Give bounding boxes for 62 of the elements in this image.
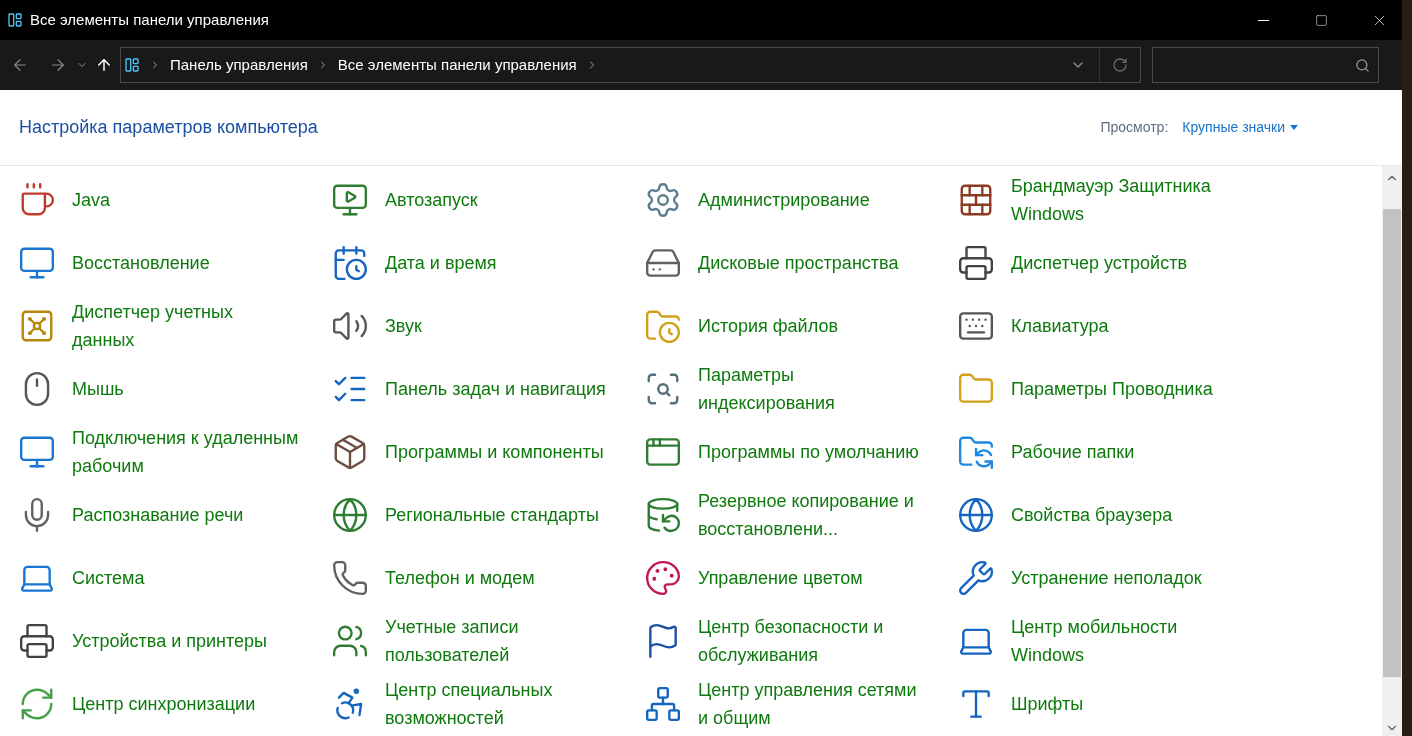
control-panel-link[interactable]: Центр управления сетями и общим [698,675,926,732]
control-panel-link[interactable]: Диспетчер устройств [1011,248,1239,277]
control-panel-link[interactable]: Брандмауэр Защитника Windows [1011,171,1239,228]
control-panel-link[interactable]: Программы и компоненты [385,437,613,466]
control-panel-link[interactable]: Управление цветом [698,563,926,592]
control-panel-link[interactable]: Шрифты [1011,689,1239,718]
control-panel-icon [124,57,140,73]
wrench-icon [957,558,995,597]
printer-icon [18,621,56,660]
control-panel-link[interactable]: Центр синхронизации [72,689,300,718]
control-panel-link[interactable]: История файлов [698,311,926,340]
control-panel-link[interactable]: Восстановление [72,248,300,277]
control-panel-link[interactable]: Резервное копирование и восстановлени... [698,486,926,543]
control-panel-link[interactable]: Распознавание речи [72,500,300,529]
control-panel-link[interactable]: Телефон и модем [385,563,613,592]
forward-arrow-icon [49,56,67,74]
breadcrumb[interactable]: Панель управления [170,53,308,77]
minimize-icon [1257,19,1269,21]
control-panel-link[interactable]: Устройства и принтеры [72,626,300,655]
control-panel-link[interactable]: Рабочие папки [1011,437,1239,466]
printer-icon [957,243,995,282]
breadcrumb[interactable]: Все элементы панели управления [337,53,577,77]
view-label: Просмотр: [1100,118,1169,137]
phone-icon [331,558,369,597]
control-panel-link[interactable]: Центр специальных возможностей [385,675,613,732]
control-panel-link[interactable]: Устранение неполадок [1011,563,1239,592]
scrollbar-thumb[interactable] [1383,209,1401,677]
control-panel-link[interactable]: Звук [385,311,613,340]
control-panel-link[interactable]: Дата и время [385,248,613,277]
caret-icon [1290,125,1298,130]
control-panel-link[interactable]: Региональные стандарты [385,500,613,529]
scrollbar[interactable] [1382,166,1402,736]
control-panel-link[interactable]: Свойства браузера [1011,500,1239,529]
globe-icon [331,495,369,534]
address-bar[interactable]: Панель управления Все элементы панели управления [120,47,1141,83]
page-heading: Настройка параметров компьютера [19,116,318,139]
control-panel-link[interactable]: Учетные записи пользователей [385,612,613,669]
view-dropdown[interactable]: Крупные значки [1182,117,1298,138]
search-icon [1355,57,1370,73]
control-panel-link[interactable]: Дисковые пространства [698,248,926,277]
control-panel-link[interactable]: Администрирование [698,185,926,214]
control-panel-icon [7,12,23,28]
network-icon [644,684,682,723]
maximize-icon [1314,13,1328,27]
control-panel-link[interactable]: Параметры индексирования [698,360,926,417]
control-panel-link[interactable]: Параметры Проводника [1011,374,1239,403]
control-panel-link[interactable]: Мышь [72,374,300,403]
search-field[interactable] [1152,47,1379,83]
control-panel-link[interactable]: Центр безопасности и обслуживания [698,612,926,669]
palette-icon [644,558,682,597]
control-panel-link[interactable]: Центр мобильности Windows [1011,612,1239,669]
control-panel-link[interactable]: Подключения к удаленным рабочим [72,423,300,480]
control-panel-link[interactable]: Программы по умолчанию [698,437,926,466]
control-panel-link[interactable]: Автозапуск [385,185,613,214]
control-panel-link[interactable]: Панель задач и навигация [385,374,613,403]
window-title: Все элементы панели управления [30,9,269,30]
globe-icon [957,495,995,534]
refresh-icon [1112,57,1128,73]
control-panel-link[interactable]: Клавиатура [1011,311,1239,340]
control-panel-link[interactable]: Java [72,185,300,214]
control-panel-link[interactable]: Система [72,563,300,592]
control-panel-link[interactable]: Диспетчер учетных данных [72,297,300,354]
